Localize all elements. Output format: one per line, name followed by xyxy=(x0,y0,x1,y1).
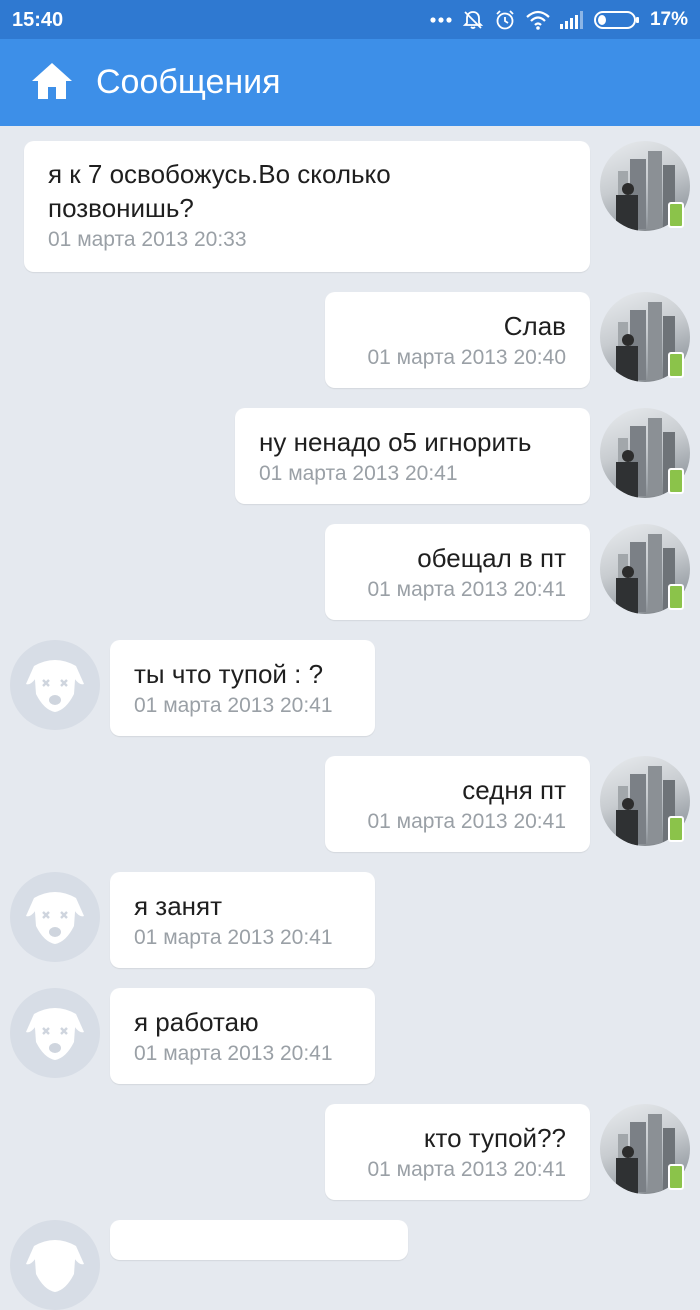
message-bubble[interactable]: я работаю 01 марта 2013 20:41 xyxy=(110,988,375,1084)
message-bubble[interactable] xyxy=(110,1220,408,1260)
message-time: 01 марта 2013 20:41 xyxy=(134,926,333,949)
message-text: ты что тупой : ? xyxy=(134,659,324,689)
message-text: седня пт xyxy=(462,775,566,805)
message-bubble[interactable]: я занят 01 марта 2013 20:41 xyxy=(110,872,375,968)
status-time: 15:40 xyxy=(12,9,64,31)
contact-avatar[interactable] xyxy=(10,640,100,730)
message-time: 01 марта 2013 20:41 xyxy=(367,578,566,601)
message-bubble[interactable]: обещал в пт 01 марта 2013 20:41 xyxy=(325,524,590,620)
message-text-line: позвонишь? xyxy=(48,193,194,223)
mobile-phone-icon xyxy=(668,584,684,610)
message-text: Слав xyxy=(503,311,566,341)
home-icon[interactable] xyxy=(30,61,74,101)
mobile-phone-icon xyxy=(668,352,684,378)
message-text: я работаю xyxy=(134,1007,259,1037)
message-time: 01 марта 2013 20:41 xyxy=(134,1042,333,1065)
message-text: ну ненадо о5 игнорить xyxy=(259,427,532,457)
message-text: я занят xyxy=(134,891,223,921)
message-time: 01 марта 2013 20:41 xyxy=(367,810,566,833)
mobile-phone-icon xyxy=(668,1164,684,1190)
page-title: Сообщения xyxy=(96,63,281,101)
mobile-phone-icon xyxy=(668,202,684,228)
message-bubble[interactable]: ты что тупой : ? 01 марта 2013 20:41 xyxy=(110,640,375,736)
message-text: обещал в пт xyxy=(417,543,566,573)
message-time: 01 марта 2013 20:41 xyxy=(367,1158,566,1181)
message-bubble[interactable]: кто тупой?? 01 марта 2013 20:41 xyxy=(325,1104,590,1200)
wifi-icon xyxy=(526,10,550,30)
status-icons: 17% xyxy=(430,8,688,32)
message-time: 01 марта 2013 20:41 xyxy=(259,462,458,485)
mobile-phone-icon xyxy=(668,816,684,842)
status-bar: 15:40 17% xyxy=(0,0,700,39)
contact-avatar[interactable] xyxy=(10,872,100,962)
bell-muted-icon xyxy=(462,9,484,31)
message-bubble[interactable]: Слав 01 марта 2013 20:40 xyxy=(325,292,590,388)
app-bar: Сообщения xyxy=(0,39,700,126)
message-time: 01 марта 2013 20:41 xyxy=(134,694,333,717)
message-text-line: я к 7 освобожусь.Во сколько xyxy=(48,159,391,189)
battery-icon xyxy=(593,10,640,30)
contact-avatar[interactable] xyxy=(10,988,100,1078)
signal-icon xyxy=(559,11,584,29)
message-bubble[interactable]: ну ненадо о5 игнорить 01 марта 2013 20:4… xyxy=(235,408,590,504)
message-text: кто тупой?? xyxy=(423,1123,566,1153)
contact-avatar[interactable] xyxy=(10,1220,100,1310)
message-time: 01 марта 2013 20:40 xyxy=(367,346,566,369)
message-bubble[interactable]: седня пт 01 марта 2013 20:41 xyxy=(325,756,590,852)
more-dots-icon xyxy=(430,16,452,24)
message-time: 01 марта 2013 20:33 xyxy=(48,228,247,251)
message-bubble[interactable]: я к 7 освобожусь.Во сколько позвонишь? 0… xyxy=(24,141,590,272)
battery-percent: 17% xyxy=(649,9,688,30)
mobile-phone-icon xyxy=(668,468,684,494)
alarm-icon xyxy=(494,9,516,31)
